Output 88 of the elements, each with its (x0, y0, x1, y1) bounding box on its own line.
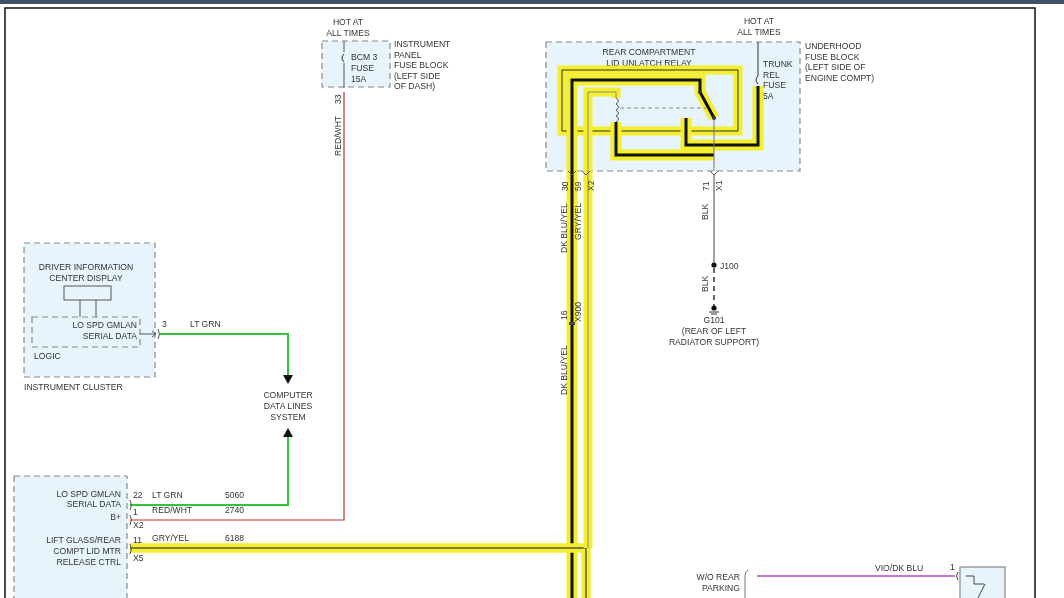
power-label: ALL TIMES (737, 26, 781, 37)
wire-color-label: VIO/DK BLU (875, 563, 924, 573)
display-label: DRIVER INFORMATION (38, 262, 134, 272)
fuse-label: FUSE (763, 80, 786, 91)
pin-number: 30 (560, 181, 570, 191)
component-label: INSTRUMENT CLUSTER (24, 382, 123, 392)
fuse-label: BCM 3 (351, 52, 378, 62)
wire-color-label: DK BLU/YEL (559, 203, 569, 253)
wire-color-label: DK BLU/YEL (559, 345, 569, 395)
circuit-number: 5060 (225, 490, 245, 500)
wire-color-label: LT GRN (152, 490, 183, 500)
wire-color-label: BLK (700, 275, 710, 292)
ground-icon (708, 305, 720, 315)
circuit-label: COMPT LID MTR (53, 546, 121, 556)
pin-number: 3 (162, 319, 167, 329)
relay-label: LID UNLATCH RELAY (606, 58, 692, 68)
fuse-block-location: FUSE BLOCK (394, 60, 449, 70)
junction-label: J100 (720, 261, 739, 271)
connector-label: X2 (133, 520, 144, 530)
power-label: HOT AT (332, 17, 364, 27)
pin-number: X1 (714, 180, 724, 191)
fuse-block-location: (LEFT SIDE (394, 70, 441, 81)
pin-number: 11 (133, 535, 142, 545)
switch-module (959, 566, 1006, 598)
fuse-label: FUSE (351, 62, 374, 73)
connector-label: X5 (133, 553, 144, 563)
ground-location: (REAR OF LEFT (681, 326, 747, 336)
fuse-block-location: INSTRUMENT (394, 39, 451, 49)
arrow-icon (283, 428, 293, 437)
logic-label: LOGIC (34, 351, 61, 361)
fuse-icon (755, 41, 759, 85)
display-icon (63, 285, 112, 301)
signal-label: LO SPD GMLAN (72, 320, 137, 330)
circuit-label: RELEASE CTRL (56, 557, 121, 567)
fuse-label: 15A (351, 73, 367, 84)
circuit-label: B+ (110, 512, 121, 522)
system-label: DATA LINES (263, 400, 313, 411)
pin-number: 1 (133, 507, 138, 517)
circuit-label: SERIAL DATA (66, 499, 121, 509)
fuse-block (321, 40, 391, 88)
pin-number: 1 (950, 562, 955, 572)
splice-label: X900 (573, 301, 583, 322)
fuse-icon (341, 53, 345, 63)
display-lead (79, 299, 97, 318)
fuse-block-location: ENGINE COMPT) (805, 73, 875, 84)
junction-dot (711, 262, 717, 268)
fuse-label: 5A (763, 91, 774, 102)
pin-number: 33 (333, 94, 343, 104)
splice-icon (569, 322, 575, 325)
wire-color-label: BLK (700, 203, 710, 220)
option-label: W/O REAR (696, 572, 740, 582)
relay-label: REAR COMPARTMENT (602, 47, 696, 57)
system-label: SYSTEM (270, 411, 306, 422)
option-label: PARKING (701, 582, 740, 593)
wire-color-label: GRY/YEL (573, 202, 583, 240)
power-label: HOT AT (743, 16, 775, 26)
circuit-number: 6188 (225, 533, 245, 543)
circuit-number: 2740 (225, 505, 245, 515)
fuse-label: REL (763, 69, 780, 80)
system-label: COMPUTER (263, 390, 313, 400)
pin-number: 22 (133, 490, 143, 500)
wire-color-label: GRY/YEL (152, 533, 190, 543)
pin-number: 59 (573, 181, 583, 191)
fuse-block-location: PANEL (394, 49, 422, 60)
coil-icon (615, 97, 619, 123)
fuse-block-location: (LEFT SIDE OF (805, 62, 866, 73)
display-label: CENTER DISPLAY (49, 273, 123, 283)
contact-dot (698, 90, 702, 94)
circuit-label: LIFT GLASS/REAR (46, 535, 121, 545)
circuit-label: LO SPD GMLAN (56, 489, 121, 499)
wire-color-label: RED/WHT (333, 115, 343, 156)
fuse-label: TRUNK (763, 59, 793, 69)
fuse-block-location: FUSE BLOCK (805, 51, 860, 62)
wire-color-label: RED/WHT (152, 505, 193, 515)
signal-label: SERIAL DATA (82, 331, 137, 341)
wire-color-label: LT GRN (190, 319, 221, 329)
ground-label: G101 (703, 315, 725, 325)
pin-number: 71 (701, 181, 711, 191)
option-bracket (744, 569, 749, 598)
fuse-block-location: UNDERHOOD (805, 41, 862, 51)
pin-number: 16 (559, 310, 569, 320)
ground-location: RADIATOR SUPPORT) (668, 336, 760, 347)
contact-dot (712, 116, 716, 120)
pin-number: X2 (586, 180, 596, 191)
switch-icon (956, 571, 986, 598)
power-label: ALL TIMES (326, 27, 370, 38)
fuse-block-location: OF DASH) (394, 81, 436, 91)
arrow-icon (283, 375, 293, 384)
